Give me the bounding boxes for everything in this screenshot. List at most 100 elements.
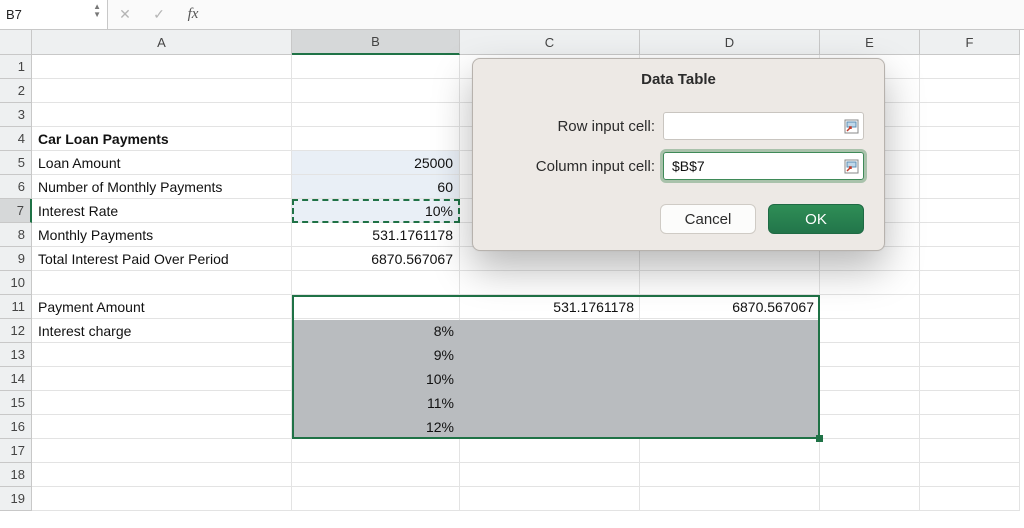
row-header[interactable]: 9 — [0, 247, 32, 271]
cell[interactable] — [920, 247, 1020, 271]
cell[interactable]: Loan Amount — [32, 151, 292, 175]
cell[interactable] — [920, 391, 1020, 415]
column-header-a[interactable]: A — [32, 30, 292, 55]
cell[interactable] — [32, 103, 292, 127]
fx-icon[interactable]: fx — [176, 6, 210, 23]
cell[interactable] — [292, 55, 460, 79]
row-header[interactable]: 4 — [0, 127, 32, 151]
cell[interactable] — [292, 343, 460, 367]
cell[interactable] — [920, 319, 1020, 343]
cell[interactable]: 531.1761178 — [292, 223, 460, 247]
cell[interactable] — [292, 271, 460, 295]
row-header[interactable]: 7 — [0, 199, 32, 223]
cell[interactable] — [820, 295, 920, 319]
cell[interactable] — [920, 367, 1020, 391]
row-header[interactable]: 14 — [0, 367, 32, 391]
cell[interactable] — [292, 127, 460, 151]
cell[interactable] — [920, 343, 1020, 367]
cell[interactable]: Monthly Payments — [32, 223, 292, 247]
cell[interactable] — [32, 343, 292, 367]
cell[interactable]: Payment Amount — [32, 295, 292, 319]
cell[interactable] — [460, 439, 640, 463]
cell[interactable] — [920, 223, 1020, 247]
cell[interactable] — [820, 463, 920, 487]
row-header[interactable]: 1 — [0, 55, 32, 79]
column-input-cell-field[interactable] — [663, 152, 864, 180]
cell[interactable] — [640, 367, 820, 391]
row-header[interactable]: 16 — [0, 415, 32, 439]
cell[interactable] — [640, 487, 820, 511]
cancel-formula-icon[interactable]: ✕ — [108, 6, 142, 23]
cell[interactable] — [920, 151, 1020, 175]
cell[interactable] — [460, 415, 640, 439]
cell[interactable] — [920, 295, 1020, 319]
cell[interactable] — [32, 391, 292, 415]
cell[interactable] — [460, 487, 640, 511]
cell[interactable]: Interest Rate — [32, 199, 292, 223]
cell[interactable] — [640, 271, 820, 295]
cell[interactable] — [32, 415, 292, 439]
row-input-cell-field[interactable] — [663, 112, 864, 140]
accept-formula-icon[interactable]: ✓ — [142, 6, 176, 23]
cell[interactable] — [32, 463, 292, 487]
cell[interactable] — [640, 343, 820, 367]
select-all-corner[interactable] — [0, 30, 32, 55]
cell[interactable]: Car Loan Payments — [32, 127, 292, 151]
cell[interactable] — [32, 487, 292, 511]
cell[interactable] — [292, 367, 460, 391]
cell[interactable] — [920, 271, 1020, 295]
cell[interactable] — [820, 343, 920, 367]
cell[interactable] — [820, 487, 920, 511]
cell[interactable] — [292, 439, 460, 463]
row-header[interactable]: 19 — [0, 487, 32, 511]
row-header[interactable]: 6 — [0, 175, 32, 199]
cell[interactable] — [460, 319, 640, 343]
cell[interactable] — [920, 79, 1020, 103]
row-header[interactable]: 18 — [0, 463, 32, 487]
name-box[interactable]: B7 ▲ ▼ — [0, 0, 108, 29]
cell[interactable] — [292, 103, 460, 127]
cell[interactable] — [460, 367, 640, 391]
cell[interactable] — [920, 55, 1020, 79]
cell[interactable] — [920, 463, 1020, 487]
cell[interactable] — [820, 415, 920, 439]
cell[interactable] — [920, 103, 1020, 127]
cancel-button[interactable]: Cancel — [660, 204, 756, 234]
cell[interactable] — [460, 343, 640, 367]
cell[interactable]: 6870.567067 — [292, 247, 460, 271]
cell[interactable] — [292, 79, 460, 103]
row-header[interactable]: 15 — [0, 391, 32, 415]
name-box-stepper[interactable]: ▲ ▼ — [93, 7, 101, 23]
cell[interactable]: 25000 — [292, 151, 460, 175]
row-header[interactable]: 10 — [0, 271, 32, 295]
cell[interactable] — [460, 463, 640, 487]
cell[interactable] — [292, 487, 460, 511]
cell[interactable] — [32, 439, 292, 463]
column-header-e[interactable]: E — [820, 30, 920, 55]
cell[interactable] — [292, 415, 460, 439]
cell[interactable]: Total Interest Paid Over Period — [32, 247, 292, 271]
column-header-f[interactable]: F — [920, 30, 1020, 55]
cell[interactable] — [920, 439, 1020, 463]
cell[interactable] — [292, 295, 460, 319]
cell[interactable]: 60 — [292, 175, 460, 199]
cell[interactable] — [920, 175, 1020, 199]
cell[interactable] — [292, 463, 460, 487]
cell[interactable] — [640, 319, 820, 343]
row-header[interactable]: 17 — [0, 439, 32, 463]
cell[interactable] — [32, 271, 292, 295]
row-header[interactable]: 8 — [0, 223, 32, 247]
column-header-c[interactable]: C — [460, 30, 640, 55]
cell[interactable] — [920, 199, 1020, 223]
row-header[interactable]: 3 — [0, 103, 32, 127]
cell[interactable] — [640, 295, 820, 319]
cell[interactable] — [640, 439, 820, 463]
row-header[interactable]: 11 — [0, 295, 32, 319]
cell[interactable] — [820, 319, 920, 343]
chevron-down-icon[interactable]: ▼ — [93, 15, 101, 23]
cell[interactable] — [32, 55, 292, 79]
cell[interactable]: 10% — [292, 199, 460, 223]
cell[interactable]: Number of Monthly Payments — [32, 175, 292, 199]
cell[interactable]: Interest charge — [32, 319, 292, 343]
collapse-dialog-icon[interactable] — [843, 118, 859, 134]
